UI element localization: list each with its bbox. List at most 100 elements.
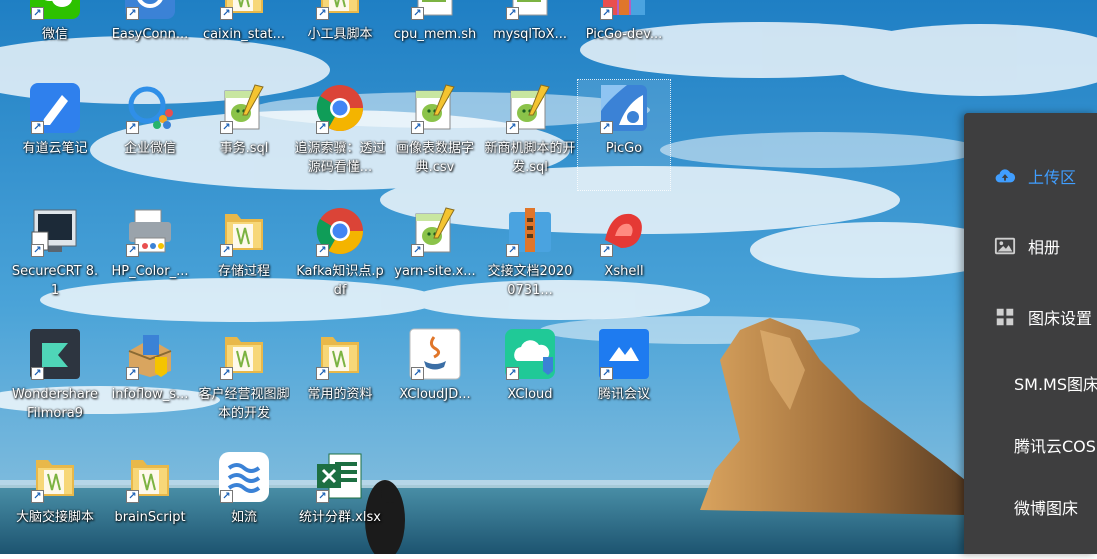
folder-icon: ↗ xyxy=(27,449,83,505)
menu-item-smms-label: SM.MS图床 xyxy=(1014,375,1097,394)
menu-item-smms[interactable]: SM.MS图床 xyxy=(964,363,1097,403)
shortcut-arrow-icon: ↗ xyxy=(31,121,44,134)
menu-item-upload-label: 上传区 xyxy=(1028,168,1077,187)
menu-item-gallery[interactable]: 相册 xyxy=(964,226,1097,266)
desktop-icon-label: Xshell xyxy=(604,264,644,279)
shortcut-arrow-icon: ↗ xyxy=(220,490,233,503)
desktop-icon-label: 客户经营视图脚本的开发 xyxy=(198,387,290,421)
folder-icon: ↗ xyxy=(122,449,178,505)
script-icon: ↗ xyxy=(407,0,463,22)
desktop-icon-label: 追源索骥：透过源码看懂... xyxy=(294,141,386,175)
desktop-icon-label: 存储过程 xyxy=(217,264,270,279)
desktop-icon-label: 交接文档20200731... xyxy=(487,264,573,298)
desktop-icon[interactable]: ↗ XCloudJD... xyxy=(389,326,481,436)
shortcut-arrow-icon: ↗ xyxy=(31,490,44,503)
shortcut-arrow-icon: ↗ xyxy=(220,121,233,134)
desktop-icon[interactable]: ↗ 事务.sql xyxy=(198,80,290,190)
desktop-icon-label: 事务.sql xyxy=(219,141,269,156)
desktop-icon[interactable]: ↗ 追源索骥：透过源码看懂... xyxy=(294,80,386,190)
desktop-icon-label: cpu_mem.sh xyxy=(393,27,477,42)
desktop-icon[interactable]: ↗ EasyConn... xyxy=(104,0,196,76)
shortcut-arrow-icon: ↗ xyxy=(411,121,424,134)
desktop-icon[interactable]: ↗ mysqlToX... xyxy=(484,0,576,76)
desktop-icon-label: Kafka知识点.pdf xyxy=(296,264,384,298)
shortcut-arrow-icon: ↗ xyxy=(220,244,233,257)
desktop-icon-label: 微信 xyxy=(41,27,68,42)
java-icon: ↗ xyxy=(407,326,463,382)
desktop-icon-label: mysqlToX... xyxy=(493,27,567,42)
desktop-icon-label: 统计分群.xlsx xyxy=(299,510,381,525)
desktop-icon[interactable]: ↗ 企业微信 xyxy=(104,80,196,190)
shortcut-arrow-icon: ↗ xyxy=(506,121,519,134)
notepadpp-file-icon: ↗ xyxy=(407,80,463,136)
desktop-icon-label: infoflow_s... xyxy=(111,387,189,402)
desktop-icon-label: 新商机脚本的开发.sql xyxy=(484,141,576,175)
shortcut-arrow-icon: ↗ xyxy=(220,367,233,380)
desktop-icon[interactable]: ↗ 腾讯会议 xyxy=(578,326,670,436)
desktop-icon[interactable]: ↗ 大脑交接脚本 xyxy=(9,449,101,559)
desktop-icon[interactable]: ↗ PicGo xyxy=(577,79,671,191)
chrome-icon: ↗ xyxy=(312,80,368,136)
ruliu-icon: ↗ xyxy=(216,449,272,505)
desktop-icon-label: EasyConn... xyxy=(111,27,189,42)
notepadpp-file-icon: ↗ xyxy=(502,80,558,136)
wechat-icon: ↗ xyxy=(27,0,83,22)
shortcut-arrow-icon: ↗ xyxy=(600,121,613,134)
desktop-icon[interactable]: ↗ caixin_stat... xyxy=(198,0,290,76)
desktop-icon[interactable]: ↗ SecureCRT 8.1 xyxy=(9,203,101,313)
desktop-icon[interactable]: ↗ 客户经营视图脚本的开发 xyxy=(198,326,290,436)
shortcut-arrow-icon: ↗ xyxy=(411,367,424,380)
desktop-icon[interactable]: ↗ 画像表数据字典.csv xyxy=(389,80,481,190)
shortcut-arrow-icon: ↗ xyxy=(31,244,44,257)
desktop-icon-label: SecureCRT 8.1 xyxy=(11,264,99,298)
desktop-icon[interactable]: ↗ 存储过程 xyxy=(198,203,290,313)
menu-item-weibo[interactable]: 微博图床 xyxy=(964,487,1097,527)
desktop-icon-label: Wondershare Filmora9 xyxy=(12,387,98,421)
desktop-icon[interactable]: ↗ 统计分群.xlsx xyxy=(294,449,386,559)
xshell-icon: ↗ xyxy=(596,203,652,259)
folder-icon: ↗ xyxy=(216,203,272,259)
desktop-icon[interactable]: ↗ Wondershare Filmora9 xyxy=(9,326,101,436)
image-icon xyxy=(992,233,1018,259)
desktop-icon[interactable]: ↗ 交接文档20200731... xyxy=(484,203,576,313)
desktop-icon[interactable]: ↗ PicGo-dev... xyxy=(578,0,670,76)
desktop-icon[interactable]: ↗ Xshell xyxy=(578,203,670,313)
shortcut-arrow-icon: ↗ xyxy=(220,7,233,20)
folder-icon: ↗ xyxy=(216,0,272,22)
desktop-icon[interactable]: ↗ 小工具脚本 xyxy=(294,0,386,76)
folder-icon: ↗ xyxy=(312,0,368,22)
shortcut-arrow-icon: ↗ xyxy=(600,367,613,380)
desktop-icon[interactable]: ↗ 有道云笔记 xyxy=(9,80,101,190)
menu-item-upload[interactable]: 上传区 xyxy=(964,156,1097,196)
desktop-icon[interactable]: ↗ XCloud xyxy=(484,326,576,436)
desktop-icon[interactable]: ↗ infoflow_s... xyxy=(104,326,196,436)
shortcut-arrow-icon: ↗ xyxy=(126,367,139,380)
desktop-icon[interactable]: ↗ 如流 xyxy=(198,449,290,559)
desktop-icon[interactable]: ↗ Kafka知识点.pdf xyxy=(294,203,386,313)
shortcut-arrow-icon: ↗ xyxy=(316,490,329,503)
desktop-icon[interactable]: ↗ brainScript xyxy=(104,449,196,559)
shortcut-arrow-icon: ↗ xyxy=(316,7,329,20)
desktop-icon[interactable]: ↗ yarn-site.x... xyxy=(389,203,481,313)
desktop-icon[interactable]: ↗ HP_Color_... xyxy=(104,203,196,313)
shortcut-arrow-icon: ↗ xyxy=(126,490,139,503)
shortcut-arrow-icon: ↗ xyxy=(600,7,613,20)
desktop-icon[interactable]: ↗ 新商机脚本的开发.sql xyxy=(484,80,576,190)
securecrt-icon: ↗ xyxy=(27,203,83,259)
shortcut-arrow-icon: ↗ xyxy=(316,244,329,257)
cloud-upload-icon xyxy=(992,163,1018,189)
desktop-icon[interactable]: ↗ 常用的资料 xyxy=(294,326,386,436)
desktop-icon-label: HP_Color_... xyxy=(111,264,189,279)
shortcut-arrow-icon: ↗ xyxy=(411,244,424,257)
shortcut-arrow-icon: ↗ xyxy=(316,121,329,134)
menu-item-tencent-cos[interactable]: 腾讯云COS xyxy=(964,425,1097,465)
picgo-side-menu: 上传区 相册 图床设置 SM.MS图床 腾讯云COS 微博图床 xyxy=(964,113,1097,554)
notepadpp-file-icon: ↗ xyxy=(407,203,463,259)
desktop-icon-label: 企业微信 xyxy=(123,141,176,156)
desktop-icon-label: PicGo xyxy=(605,141,643,156)
youdao-note-icon: ↗ xyxy=(27,80,83,136)
desktop-icon[interactable]: ↗ cpu_mem.sh xyxy=(389,0,481,76)
shortcut-arrow-icon: ↗ xyxy=(506,367,519,380)
menu-item-picbed-settings[interactable]: 图床设置 xyxy=(964,297,1097,337)
desktop-icon[interactable]: ↗ 微信 xyxy=(9,0,101,76)
